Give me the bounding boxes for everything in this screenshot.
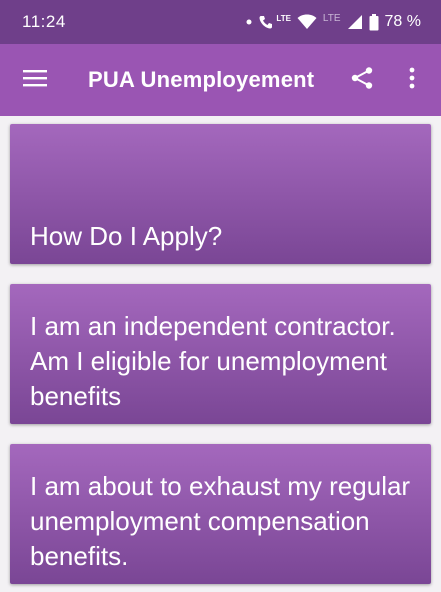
share-icon bbox=[350, 66, 374, 95]
status-icons: LTE LTE 78 % bbox=[246, 13, 421, 31]
card-label: I am an independent contractor. Am I eli… bbox=[30, 311, 396, 411]
battery-percent: 78 % bbox=[384, 13, 421, 30]
signal-icon bbox=[347, 14, 363, 30]
network-type-label: LTE bbox=[276, 13, 291, 23]
hamburger-menu-icon bbox=[23, 69, 47, 92]
network-type-label-secondary: LTE bbox=[322, 12, 341, 24]
card-label: I am about to exhaust my regular unemplo… bbox=[30, 471, 411, 571]
dot-icon bbox=[246, 19, 252, 25]
battery-icon bbox=[369, 13, 379, 31]
card-label: How Do I Apply? bbox=[30, 221, 223, 251]
wifi-calling-icon bbox=[258, 14, 274, 30]
app-bar: PUA Unemployement bbox=[0, 44, 441, 116]
card-independent-contractor[interactable]: I am an independent contractor. Am I eli… bbox=[10, 284, 431, 424]
status-time: 11:24 bbox=[22, 12, 66, 31]
card-exhaust-benefits[interactable]: I am about to exhaust my regular unemplo… bbox=[10, 444, 431, 584]
card-list[interactable]: How Do I Apply? I am an independent cont… bbox=[0, 116, 441, 592]
card-how-do-i-apply[interactable]: How Do I Apply? bbox=[10, 124, 431, 264]
more-options-button[interactable] bbox=[387, 44, 437, 116]
more-vert-icon bbox=[409, 67, 415, 94]
menu-button[interactable] bbox=[0, 44, 70, 116]
page-title: PUA Unemployement bbox=[88, 67, 315, 92]
wifi-icon bbox=[297, 14, 317, 30]
status-bar: 11:24 LTE LTE 78 % bbox=[0, 0, 441, 44]
share-button[interactable] bbox=[337, 44, 387, 116]
